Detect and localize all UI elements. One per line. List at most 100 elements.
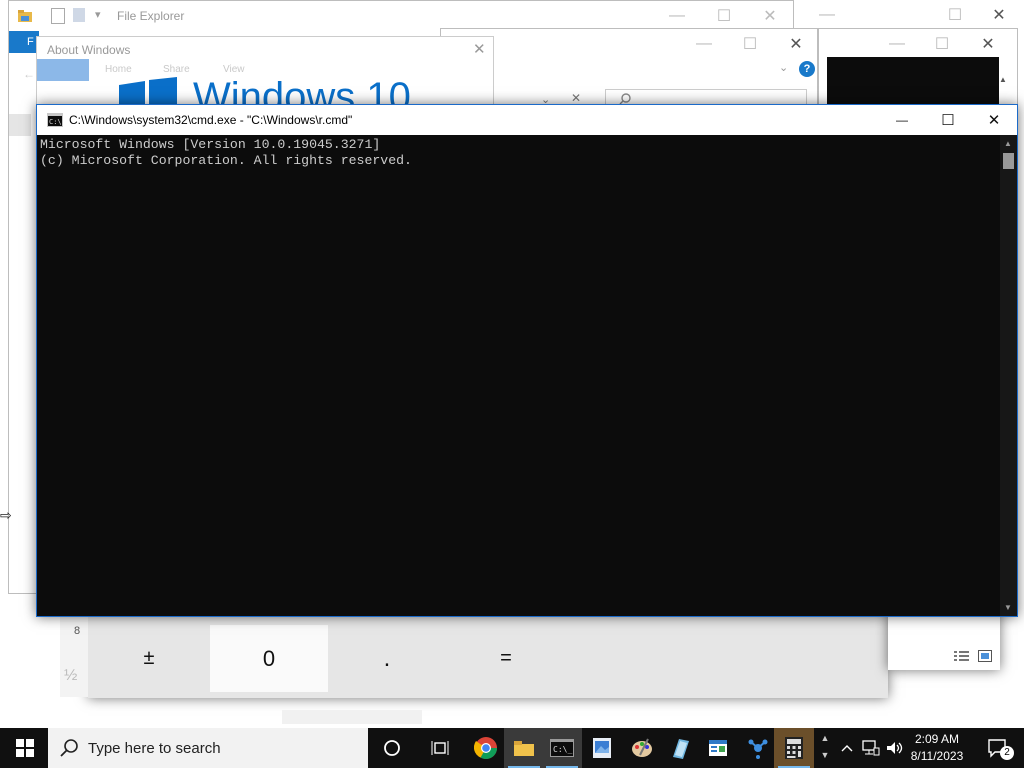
volume-tray[interactable]	[884, 728, 906, 768]
close-button[interactable]: ✕	[971, 105, 1017, 135]
details-view-icon[interactable]	[954, 650, 970, 662]
zero-key[interactable]: 0	[210, 625, 328, 692]
taskbar-scroll-buttons[interactable]: ▲ ▼	[818, 730, 832, 766]
new-folder-icon[interactable]	[73, 8, 85, 22]
about-windows-dialog: About Windows ✕ Home Share View Windows …	[36, 36, 494, 106]
speaker-icon	[887, 742, 903, 754]
network-icon	[862, 740, 880, 756]
scroll-down-arrow[interactable]: ▼	[1004, 603, 1012, 612]
minimize-button[interactable]: —	[654, 1, 700, 31]
clock-time: 2:09 AM	[914, 732, 960, 746]
cmd-icon: C:\_	[550, 739, 574, 757]
maximize-button[interactable]: ☐	[701, 1, 747, 31]
taskbar-photos[interactable]	[582, 728, 622, 768]
taskbar-wordpad[interactable]	[698, 728, 738, 768]
negate-key[interactable]: ±	[90, 625, 208, 692]
taskbar: Type here to search C:\_ ▲ ▼ 2:09 AM 8/1…	[0, 728, 1024, 768]
clock-date: 8/11/2023	[910, 749, 964, 763]
network-tray[interactable]	[860, 728, 882, 768]
task-view-button[interactable]	[420, 728, 460, 768]
nav-selected-item[interactable]	[9, 114, 31, 136]
maximize-glyph: ☐	[941, 112, 955, 129]
cmd-title: C:\Windows\system32\cmd.exe - "C:\Window…	[69, 113, 353, 127]
decimal-key[interactable]: .	[328, 625, 446, 692]
taskbar-file-explorer[interactable]	[504, 728, 544, 768]
minimize-button[interactable]: —	[804, 0, 850, 30]
windows-start-icon	[16, 739, 34, 757]
minimize-button[interactable]: —	[874, 29, 920, 59]
cortana-button[interactable]	[372, 728, 412, 768]
taskbar-app-blue[interactable]	[738, 728, 778, 768]
cmd-output[interactable]: Microsoft Windows [Version 10.0.19045.32…	[39, 136, 1000, 614]
search-icon	[60, 739, 78, 757]
resize-cursor-icon: ⇨	[0, 507, 12, 523]
maximize-button[interactable]: ☐	[727, 29, 773, 59]
windows-logo-icon	[119, 77, 179, 105]
close-button[interactable]: ✕	[773, 29, 819, 59]
taskbar-command-prompt[interactable]: C:\_	[542, 728, 582, 768]
maximize-button[interactable]: ☐	[919, 29, 965, 59]
ghost-tab-home: Home	[105, 64, 132, 75]
cmd-title-bar[interactable]: C:\ C:\Windows\system32\cmd.exe - "C:\Wi…	[37, 105, 1017, 135]
scroll-up-arrow[interactable]: ▲	[1004, 139, 1012, 148]
cmd-line-2: (c) Microsoft Corporation. All rights re…	[40, 153, 412, 168]
dialog-title: About Windows	[47, 43, 131, 57]
zero-label: 0	[262, 645, 276, 671]
close-icon[interactable]: ✕	[473, 40, 486, 58]
cmd-window[interactable]: C:\ C:\Windows\system32\cmd.exe - "C:\Wi…	[36, 104, 1018, 617]
maximize-button[interactable]: ☐	[932, 0, 978, 30]
picture-icon	[593, 738, 611, 758]
ghost-tab-share: Share	[163, 64, 190, 75]
equals-key[interactable]: =	[447, 625, 565, 692]
decimal-label: .	[383, 644, 391, 672]
properties-icon[interactable]	[51, 8, 65, 24]
action-center-button[interactable]: 2	[978, 728, 1018, 768]
clear-icon[interactable]: ✕	[571, 91, 581, 105]
ribbon-expand-icon[interactable]: ⌄	[779, 61, 788, 74]
taskbar-paint[interactable]	[622, 728, 662, 768]
clock[interactable]: 2:09 AM 8/11/2023	[904, 731, 970, 765]
close-button[interactable]: ✕	[976, 0, 1022, 30]
cmd-line-1: Microsoft Windows [Version 10.0.19045.32…	[40, 137, 381, 152]
chevron-up-icon	[841, 745, 853, 752]
ghost-tab-view: View	[223, 64, 245, 75]
fraction-hint: ½	[64, 667, 78, 684]
nav-back-arrow[interactable]: ←	[23, 67, 35, 81]
background-window-right: — ☐ ✕	[794, 0, 1024, 30]
notepad-icon	[673, 739, 689, 759]
calc-bg-strip: 8 ½	[60, 617, 88, 697]
quick-access-toolbar[interactable]: ▾	[51, 8, 107, 24]
close-button[interactable]: ✕	[747, 1, 793, 31]
start-button[interactable]	[4, 728, 46, 768]
taskbar-calculator[interactable]	[774, 728, 814, 768]
chevron-down-icon[interactable]: ▾	[95, 8, 101, 21]
taskbar-notepad[interactable]	[660, 728, 700, 768]
cortana-icon	[384, 740, 400, 756]
ribbon-file-label: F	[27, 36, 34, 48]
negate-label: ±	[143, 647, 155, 669]
ghost-ribbon-tab	[37, 59, 89, 81]
ribbon-file-tab[interactable]: F	[9, 31, 39, 53]
background-window-dark: — ☐ ✕ ▲	[818, 28, 1018, 108]
cmd-icon: C:\	[47, 113, 63, 127]
show-hidden-icons[interactable]	[836, 728, 858, 768]
scroll-thumb[interactable]	[1003, 153, 1014, 169]
help-icon[interactable]: ?	[799, 61, 815, 77]
molecule-icon	[748, 739, 768, 759]
cmd-scrollbar[interactable]: ▲ ▼	[1000, 135, 1017, 616]
large-icons-view-icon[interactable]	[978, 650, 992, 662]
minimize-button[interactable]: —	[879, 105, 925, 135]
scroll-up-arrow[interactable]: ▲	[999, 75, 1007, 84]
chrome-icon	[474, 737, 497, 759]
close-button[interactable]: ✕	[965, 29, 1011, 59]
taskbar-chrome[interactable]	[466, 728, 506, 768]
partial-number: 8	[74, 625, 81, 637]
svg-text:C:\_: C:\_	[553, 745, 572, 754]
window-title: File Explorer	[117, 9, 185, 23]
folder-icon	[514, 741, 534, 756]
background-window-bottom-right	[888, 610, 1000, 670]
taskbar-search-box[interactable]: Type here to search	[48, 728, 368, 768]
maximize-button[interactable]: ☐	[925, 105, 971, 135]
windows-logo-text: Windows 10	[193, 77, 411, 105]
minimize-button[interactable]: —	[681, 29, 727, 59]
